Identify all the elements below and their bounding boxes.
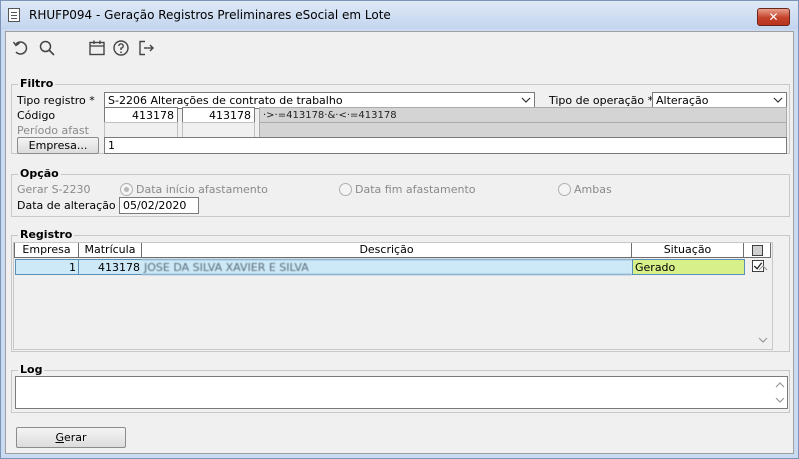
cell-empresa: 1 <box>15 259 79 275</box>
scroll-down-icon[interactable] <box>758 335 768 345</box>
calendar-icon[interactable] <box>88 39 106 57</box>
gerar-rest: erar <box>63 431 87 444</box>
radio-ambas-label: Ambas <box>574 183 612 196</box>
window-title: RHUFP094 - Geração Registros Preliminare… <box>29 8 391 22</box>
chevron-down-icon <box>521 97 531 103</box>
chevron-down-icon <box>773 97 783 103</box>
undo-icon[interactable] <box>12 39 30 57</box>
tipo-registro-label: Tipo registro * <box>17 94 95 107</box>
radio-icon <box>558 183 571 196</box>
tipo-registro-value: S-2206 Alterações de contrato de trabalh… <box>108 94 343 107</box>
filtro-legend: Filtro <box>18 77 56 90</box>
column-header-empresa[interactable]: Empresa <box>14 243 79 258</box>
opcao-legend: Opção <box>18 167 61 180</box>
data-alteracao-label: Data de alteração <box>17 199 116 212</box>
scroll-up-icon[interactable] <box>758 263 768 273</box>
codigo-label: Código <box>17 109 56 122</box>
tipo-operacao-value: Alteração <box>656 94 709 107</box>
log-legend: Log <box>18 363 45 376</box>
title-bar[interactable]: RHUFP094 - Geração Registros Preliminare… <box>1 1 798 29</box>
log-textarea[interactable] <box>15 376 788 409</box>
scroll-up-icon[interactable] <box>775 380 785 390</box>
periodo-afast-label: Período afast <box>17 124 89 137</box>
exit-icon[interactable] <box>137 39 155 57</box>
empresa-input[interactable]: 1 <box>104 137 787 154</box>
gerar-s2230-label: Gerar S-2230 <box>17 183 91 196</box>
gerar-button[interactable]: Gerar <box>16 427 126 448</box>
radio-selected-icon <box>120 183 133 196</box>
radio-icon <box>339 183 352 196</box>
toolbar <box>6 32 793 64</box>
main-window: RHUFP094 - Geração Registros Preliminare… <box>0 0 799 459</box>
cell-situacao: Gerado <box>632 259 745 275</box>
tipo-operacao-label: Tipo de operação * <box>549 94 654 107</box>
close-button[interactable]: ✕ <box>757 8 790 26</box>
radio-data-fim-label: Data fim afastamento <box>355 183 476 196</box>
registro-grid: Empresa Matrícula Descrição Situação 1 4… <box>13 242 773 350</box>
radio-data-inicio-label: Data início afastamento <box>136 183 268 196</box>
document-icon <box>8 8 20 22</box>
empresa-button[interactable]: Empresa... <box>17 137 99 154</box>
registro-legend: Registro <box>18 228 75 241</box>
checkbox-icon <box>751 245 763 256</box>
help-icon[interactable] <box>112 39 130 57</box>
column-header-descricao[interactable]: Descrição <box>141 243 632 258</box>
gerar-accel: G <box>55 431 64 444</box>
column-header-matricula[interactable]: Matrícula <box>78 243 142 258</box>
column-header-situacao[interactable]: Situação <box>631 243 744 258</box>
scroll-down-icon[interactable] <box>775 395 785 405</box>
search-icon[interactable] <box>38 39 56 57</box>
data-alteracao-input[interactable]: 05/02/2020 <box>119 197 199 214</box>
column-header-select-all[interactable] <box>743 243 771 258</box>
cell-descricao: JOSE DA SILVA XAVIER E SILVA <box>142 259 632 275</box>
client-area: Filtro Tipo registro * S-2206 Alterações… <box>5 31 794 454</box>
table-row[interactable]: 1 413178 JOSE DA SILVA XAVIER E SILVA Ge… <box>15 259 764 275</box>
cell-matricula: 413178 <box>79 259 142 275</box>
